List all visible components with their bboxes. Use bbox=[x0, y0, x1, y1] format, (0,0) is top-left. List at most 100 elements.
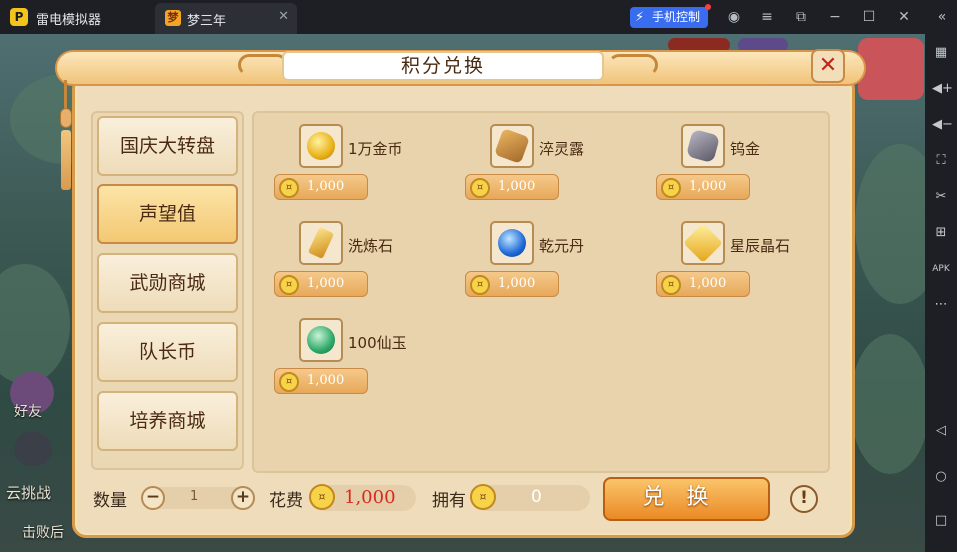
star-crystal-icon bbox=[681, 221, 725, 265]
scissors-icon[interactable]: ✂ bbox=[932, 188, 950, 206]
game-tab-icon: 梦 bbox=[165, 10, 181, 26]
item-name: 钨金 bbox=[730, 140, 761, 158]
item-price: 1,000 bbox=[498, 179, 536, 194]
coin-icon: ¤ bbox=[470, 484, 496, 510]
item-price: 1,000 bbox=[498, 276, 536, 291]
quantity-value[interactable]: 1 bbox=[190, 489, 198, 504]
cloud-ornament-right bbox=[608, 54, 658, 76]
item-price-bar: ¤ 1,000 bbox=[656, 174, 750, 200]
friend-label[interactable]: 好友 bbox=[14, 401, 42, 421]
popout-icon[interactable]: ⧉ bbox=[792, 8, 810, 26]
decrease-quantity-button[interactable]: − bbox=[141, 486, 165, 510]
item-price: 1,000 bbox=[689, 179, 727, 194]
more-icon[interactable]: ⋯ bbox=[932, 296, 950, 314]
menu-icon[interactable]: ≡ bbox=[758, 8, 776, 26]
cost-label: 花费 bbox=[269, 491, 303, 511]
apk-install-icon[interactable]: APK bbox=[932, 260, 950, 278]
emulator-window: P 雷电模拟器 梦 梦三年 ✕ ⚡ 手机控制 ◉ ≡ ⧉ − ☐ ✕ « 好友 … bbox=[0, 0, 957, 552]
fullscreen-icon[interactable]: ⛶ bbox=[932, 152, 950, 170]
notification-dot bbox=[705, 4, 711, 10]
dialog-title-plate: 积分兑换 bbox=[282, 51, 604, 81]
cost-value: 1,000 bbox=[344, 487, 396, 508]
back-icon[interactable]: ◁ bbox=[932, 422, 950, 440]
coin-icon: ¤ bbox=[279, 372, 299, 392]
close-window-icon[interactable]: ✕ bbox=[895, 8, 913, 26]
user-icon[interactable]: ◉ bbox=[725, 8, 743, 26]
phone-control-button[interactable]: ⚡ 手机控制 bbox=[630, 4, 711, 28]
tab-close-icon[interactable]: ✕ bbox=[278, 9, 289, 24]
owned-field: ¤ 0 bbox=[470, 484, 590, 511]
item-price: 1,000 bbox=[307, 179, 345, 194]
volume-up-icon[interactable]: ◀+ bbox=[932, 80, 953, 98]
shop-item[interactable]: 洗炼石 ¤ 1,000 bbox=[274, 221, 444, 301]
lightning-icon: ⚡ bbox=[635, 10, 645, 25]
item-name: 星辰晶石 bbox=[730, 237, 791, 255]
category-captain-coin[interactable]: 队长币 bbox=[97, 322, 238, 382]
emulator-logo-icon: P bbox=[10, 8, 28, 26]
tungsten-ore-icon bbox=[681, 124, 725, 168]
minimize-icon[interactable]: − bbox=[826, 8, 844, 26]
item-price: 1,000 bbox=[689, 276, 727, 291]
jade-icon bbox=[299, 318, 343, 362]
cost-field: ¤ 1,000 bbox=[309, 484, 416, 511]
item-price-bar: ¤ 1,000 bbox=[274, 271, 368, 297]
quantity-label: 数量 bbox=[93, 491, 127, 511]
tassel-ornament-icon bbox=[58, 80, 74, 192]
coin-icon: ¤ bbox=[470, 178, 490, 198]
category-merit-shop[interactable]: 武勋商城 bbox=[97, 253, 238, 313]
collapse-sidebar-icon[interactable]: « bbox=[933, 8, 951, 26]
potion-jar-icon bbox=[490, 124, 534, 168]
recent-apps-icon[interactable]: □ bbox=[932, 512, 950, 530]
item-price: 1,000 bbox=[307, 276, 345, 291]
shop-item[interactable]: 淬灵露 ¤ 1,000 bbox=[465, 124, 635, 204]
item-name: 乾元丹 bbox=[539, 237, 585, 255]
item-name: 淬灵露 bbox=[539, 140, 585, 158]
keyboard-icon[interactable]: ▦ bbox=[932, 44, 950, 62]
maximize-icon[interactable]: ☐ bbox=[860, 8, 878, 26]
shop-item[interactable]: 乾元丹 ¤ 1,000 bbox=[465, 221, 635, 301]
phone-control-label: 手机控制 bbox=[652, 10, 701, 24]
coin-icon: ¤ bbox=[470, 275, 490, 295]
item-price-bar: ¤ 1,000 bbox=[465, 271, 559, 297]
defeat-label: 击败后 bbox=[22, 525, 64, 541]
info-button[interactable]: ! bbox=[790, 485, 818, 513]
item-price-bar: ¤ 1,000 bbox=[656, 271, 750, 297]
home-icon[interactable]: ○ bbox=[932, 468, 950, 486]
owned-label: 拥有 bbox=[432, 491, 466, 511]
shop-item[interactable]: 100仙玉 ¤ 1,000 bbox=[274, 318, 444, 398]
tab-label: 梦三年 bbox=[187, 14, 227, 29]
exchange-button[interactable]: 兑换 bbox=[603, 477, 770, 521]
item-price-bar: ¤ 1,000 bbox=[274, 174, 368, 200]
coin-icon: ¤ bbox=[661, 275, 681, 295]
emulator-sidebar: ▦ ◀+ ◀− ⛶ ✂ ⊞ APK ⋯ ◁ ○ □ bbox=[925, 34, 957, 552]
item-name: 洗炼石 bbox=[348, 237, 394, 255]
coin-icon: ¤ bbox=[309, 484, 335, 510]
blue-pill-icon bbox=[490, 221, 534, 265]
item-name: 1万金币 bbox=[348, 140, 403, 158]
item-name: 100仙玉 bbox=[348, 334, 407, 352]
emulator-app-name: 雷电模拟器 bbox=[36, 13, 102, 28]
coin-icon: ¤ bbox=[279, 275, 299, 295]
coin-icon: ¤ bbox=[279, 178, 299, 198]
item-price-bar: ¤ 1,000 bbox=[274, 368, 368, 394]
dialog-title: 积分兑换 bbox=[400, 55, 485, 77]
item-price-bar: ¤ 1,000 bbox=[465, 174, 559, 200]
category-training-shop[interactable]: 培养商城 bbox=[97, 391, 238, 451]
close-dialog-button[interactable]: ✕ bbox=[811, 49, 845, 83]
add-window-icon[interactable]: ⊞ bbox=[932, 224, 950, 242]
refine-stone-icon bbox=[299, 221, 343, 265]
emulator-titlebar: P 雷电模拟器 梦 梦三年 ✕ ⚡ 手机控制 ◉ ≡ ⧉ − ☐ ✕ « bbox=[0, 0, 957, 34]
category-reputation[interactable]: 声望值 bbox=[97, 184, 238, 244]
coin-icon: ¤ bbox=[661, 178, 681, 198]
item-price: 1,000 bbox=[307, 373, 345, 388]
tab-game[interactable]: 梦 梦三年 ✕ bbox=[155, 3, 297, 34]
shop-item[interactable]: 钨金 ¤ 1,000 bbox=[656, 124, 826, 204]
increase-quantity-button[interactable]: + bbox=[231, 486, 255, 510]
category-national-day-wheel[interactable]: 国庆大转盘 bbox=[97, 116, 238, 176]
cloud-ornament-left bbox=[238, 54, 288, 76]
shop-item[interactable]: 星辰晶石 ¤ 1,000 bbox=[656, 221, 826, 301]
challenge-label: 云挑战 bbox=[6, 484, 52, 502]
shop-item[interactable]: 1万金币 ¤ 1,000 bbox=[274, 124, 444, 204]
gold-coin-icon bbox=[299, 124, 343, 168]
volume-down-icon[interactable]: ◀− bbox=[932, 116, 953, 134]
